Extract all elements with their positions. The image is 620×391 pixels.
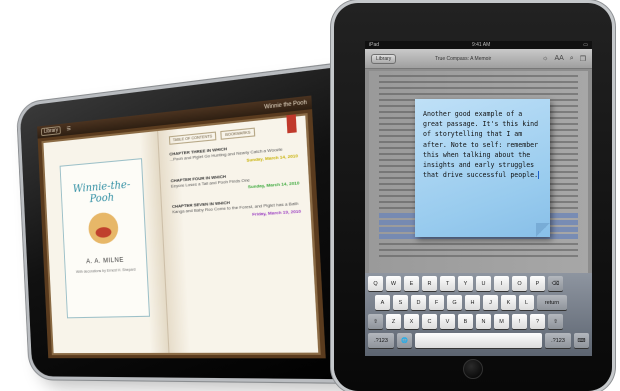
key-b[interactable]: B	[458, 314, 473, 329]
globe-key[interactable]: 🌐	[397, 333, 412, 348]
numbers-key[interactable]: .?123	[545, 333, 571, 348]
sticky-note[interactable]: Another good example of a great passage.…	[415, 99, 550, 237]
key-e[interactable]: E	[404, 276, 419, 291]
key-z[interactable]: Z	[386, 314, 401, 329]
book-title: True Compass: A Memoir	[435, 55, 492, 62]
search-icon[interactable]: ⌕	[570, 55, 574, 63]
ibooks-screen: iPad 9:41 AM ▭ Library True Compass: A M…	[365, 41, 592, 356]
book-cover: Winnie-the-Pooh A. A. MILNE With decorat…	[59, 158, 151, 319]
key-u[interactable]: U	[476, 276, 491, 291]
key-d[interactable]: D	[411, 295, 426, 310]
key-x[interactable]: X	[404, 314, 419, 329]
key-i[interactable]: I	[494, 276, 509, 291]
key-q[interactable]: Q	[368, 276, 383, 291]
key-y[interactable]: Y	[458, 276, 473, 291]
clock: 9:41 AM	[471, 42, 491, 48]
shift-key[interactable]: ⇧	[548, 314, 563, 329]
space-bar[interactable]	[415, 333, 542, 348]
key-c[interactable]: C	[422, 314, 437, 329]
note-page-curl	[536, 223, 550, 237]
toc-entry[interactable]: CHAPTER THREE IN WHICH ...Pooh and Pigle…	[169, 139, 298, 169]
keyboard-row-2: A S D F G H J K L return	[368, 295, 589, 310]
onscreen-keyboard: Q W E R T Y U I O P ⌫ A S D F G H J K L …	[365, 273, 592, 356]
toolbar-tools: ☼ AA ⌕ ❐	[542, 55, 586, 63]
key-t[interactable]: T	[440, 276, 455, 291]
ibooks-screen: Library ☰ Winnie the Pooh Winnie-the-Poo…	[37, 95, 326, 359]
bookmark-ribbon-icon[interactable]	[286, 114, 297, 134]
pooh-illustration	[87, 211, 119, 245]
key-l[interactable]: L	[519, 295, 534, 310]
key-exclamation[interactable]: !	[512, 314, 527, 329]
status-bar: iPad 9:41 AM ▭	[365, 41, 592, 49]
toc-entry[interactable]: CHAPTER SEVEN IN WHICH Kanga and Baby Ro…	[172, 195, 301, 222]
key-o[interactable]: O	[512, 276, 527, 291]
ipad-landscape-device: Library ☰ Winnie the Pooh Winnie-the-Poo…	[19, 64, 377, 380]
book-title: Winnie the Pooh	[264, 99, 308, 111]
return-key[interactable]: return	[537, 295, 567, 310]
key-g[interactable]: G	[447, 295, 462, 310]
home-button[interactable]	[463, 359, 483, 379]
brightness-icon[interactable]: ☼	[542, 55, 548, 63]
keyboard-row-3: ⇧ Z X C V B N M ! ? ⇧	[368, 314, 589, 329]
key-j[interactable]: J	[483, 295, 498, 310]
note-text[interactable]: Another good example of a great passage.…	[423, 110, 538, 179]
tab-table-of-contents[interactable]: TABLE OF CONTENTS	[168, 131, 217, 145]
bookmark-icon[interactable]: ❐	[580, 55, 586, 63]
book-page-right: TABLE OF CONTENTS BOOKMARKS CHAPTER THRE…	[157, 114, 319, 353]
tab-bookmarks[interactable]: BOOKMARKS	[220, 127, 256, 140]
keyboard-row-4: .?123 🌐 .?123 ⌨	[368, 333, 589, 348]
toc-entry[interactable]: CHAPTER FOUR IN WHICH Eeyore Loses a Tai…	[170, 167, 299, 195]
hide-keyboard-key[interactable]: ⌨	[574, 333, 589, 348]
numbers-key[interactable]: .?123	[368, 333, 394, 348]
key-p[interactable]: P	[530, 276, 545, 291]
ipad-portrait-device: iPad 9:41 AM ▭ Library True Compass: A M…	[334, 3, 612, 391]
backspace-key[interactable]: ⌫	[548, 276, 563, 291]
key-f[interactable]: F	[429, 295, 444, 310]
battery-icon: ▭	[583, 42, 588, 48]
key-m[interactable]: M	[494, 314, 509, 329]
key-question[interactable]: ?	[530, 314, 545, 329]
open-book: Winnie-the-Pooh A. A. MILNE With decorat…	[41, 113, 321, 356]
cover-subtitle: With decorations by Ernest H. Shepard	[75, 267, 136, 275]
key-v[interactable]: V	[440, 314, 455, 329]
keyboard-row-1: Q W E R T Y U I O P ⌫	[368, 276, 589, 291]
key-s[interactable]: S	[393, 295, 408, 310]
library-button[interactable]: Library	[40, 125, 62, 137]
ibooks-toolbar: Library True Compass: A Memoir ☼ AA ⌕ ❐	[365, 49, 592, 69]
key-a[interactable]: A	[375, 295, 390, 310]
shift-key[interactable]: ⇧	[368, 314, 383, 329]
key-n[interactable]: N	[476, 314, 491, 329]
library-button[interactable]: Library	[371, 53, 397, 64]
carrier-label: iPad	[369, 42, 380, 48]
cover-title: Winnie-the-Pooh	[72, 179, 131, 206]
key-h[interactable]: H	[465, 295, 480, 310]
text-cursor	[538, 171, 540, 180]
font-size-button[interactable]: AA	[554, 55, 563, 63]
key-k[interactable]: K	[501, 295, 516, 310]
key-w[interactable]: W	[386, 276, 401, 291]
key-r[interactable]: R	[422, 276, 437, 291]
book-page-left: Winnie-the-Pooh A. A. MILNE With decorat…	[43, 131, 169, 354]
cover-author: A. A. MILNE	[86, 257, 125, 266]
list-icon[interactable]: ☰	[67, 126, 72, 133]
